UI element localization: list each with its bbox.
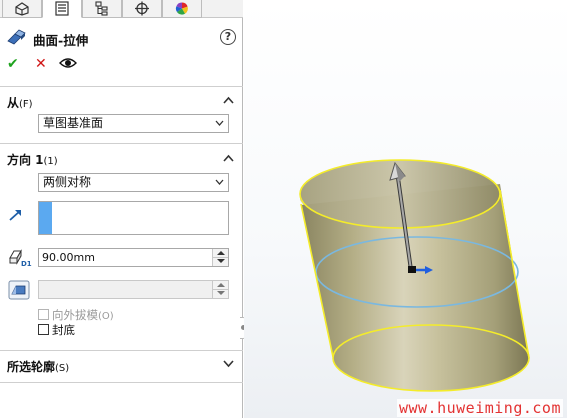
tab-property-manager[interactable] (42, 0, 82, 18)
feature-manager-icon (15, 1, 29, 16)
from-section-shortcut: (F) (19, 99, 33, 110)
extrude-surface-icon (6, 28, 28, 49)
from-section-label: 从 (7, 96, 20, 110)
depth-value: 90.00mm (42, 251, 95, 264)
tab-configuration-manager[interactable] (82, 0, 122, 18)
extrude-direction-selection-box[interactable] (38, 201, 229, 235)
model-view (299, 159, 530, 392)
checkbox-box (38, 309, 49, 320)
divider (0, 86, 243, 87)
chevron-up-icon[interactable] (223, 154, 234, 162)
graphics-area[interactable]: www.huweiming.com (244, 0, 567, 418)
eye-icon (59, 58, 77, 68)
divider (0, 350, 243, 351)
draft-angle-input[interactable] (38, 280, 229, 299)
preview-button[interactable] (59, 57, 77, 72)
tab-display-manager[interactable] (162, 0, 202, 18)
help-button[interactable]: ? (220, 29, 236, 45)
depth-dimension-icon: D1 (9, 249, 32, 267)
from-start-condition-select[interactable]: 草图基准面 (38, 114, 229, 133)
chevron-down-icon[interactable] (223, 360, 234, 368)
draft-outward-label: 向外拔模 (52, 308, 98, 322)
direction1-section-label: 方向 1 (7, 153, 44, 167)
draft-outward-checkbox[interactable]: 向外拔模(O) (38, 309, 114, 323)
divider (0, 143, 243, 144)
display-manager-icon (175, 1, 188, 15)
depth-input[interactable]: 90.00mm (38, 248, 229, 267)
divider (0, 382, 243, 383)
draft-angle-spinner[interactable] (212, 281, 228, 298)
feature-title: 曲面-拉伸 (33, 33, 89, 48)
direction-arrow-icon[interactable] (8, 208, 24, 222)
dim-xpert-icon (135, 1, 149, 15)
chevron-down-icon (215, 120, 224, 126)
draft-outward-shortcut: (O) (98, 311, 114, 322)
depth-tag-label: D1 (21, 260, 32, 267)
cap-end-checkbox[interactable]: 封底 (38, 324, 75, 338)
depth-spinner[interactable] (212, 249, 228, 266)
configuration-manager-icon (95, 0, 108, 16)
chevron-down-icon (215, 179, 224, 185)
direction1-section-header[interactable]: 方向 1(1) (7, 151, 58, 168)
cancel-button[interactable]: ✕ (35, 56, 47, 72)
selected-contours-shortcut: (S) (55, 363, 70, 374)
property-manager-icon (55, 0, 69, 16)
checkbox-box (38, 324, 49, 335)
direction1-section-shortcut: (1) (43, 156, 58, 167)
cap-end-label: 封底 (52, 323, 75, 337)
tab-feature-manager[interactable] (2, 0, 42, 18)
selected-contours-label: 所选轮廓 (7, 360, 56, 374)
from-start-condition-value: 草图基准面 (43, 116, 104, 130)
watermark: www.huweiming.com (396, 399, 563, 417)
ok-button[interactable]: ✔ (7, 56, 19, 72)
selection-focus-indicator (39, 202, 52, 234)
manager-tab-bar (0, 0, 243, 18)
from-section-header[interactable]: 从(F) (7, 94, 33, 111)
selected-contours-section-header[interactable]: 所选轮廓(S) (7, 358, 69, 375)
draft-toggle-icon[interactable] (8, 280, 30, 300)
feature-header: 曲面-拉伸 ? (6, 28, 236, 48)
property-manager: 曲面-拉伸 ? ✔ ✕ 从(F) 草图基准面 方向 1(1) 两侧对称 D1 9… (0, 0, 243, 418)
tab-dim-xpert[interactable] (122, 0, 162, 18)
end-condition-select[interactable]: 两侧对称 (38, 173, 229, 192)
chevron-up-icon[interactable] (223, 96, 234, 104)
end-condition-value: 两侧对称 (43, 175, 92, 189)
